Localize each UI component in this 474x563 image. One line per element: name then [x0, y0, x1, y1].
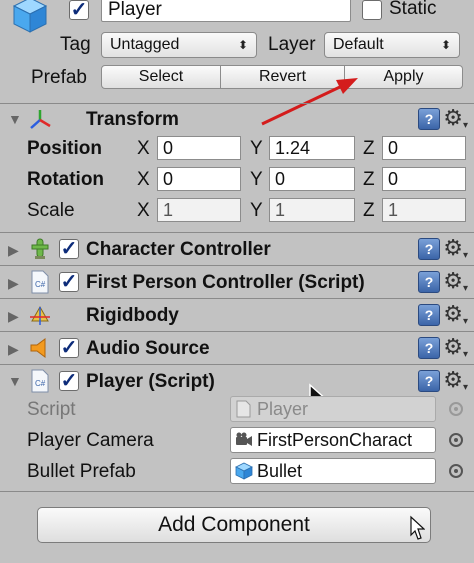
prefab-label: Prefab — [31, 67, 87, 88]
svg-text:C#: C# — [35, 280, 46, 289]
help-icon[interactable]: ? — [418, 370, 440, 392]
axis-z-label: Z — [363, 138, 375, 159]
axis-x-label: X — [137, 200, 150, 221]
axis-y-label: Y — [250, 169, 263, 190]
prefab-revert-button[interactable]: Revert — [221, 65, 345, 89]
first-person-controller-enabled-checkbox[interactable]: ✓ — [59, 272, 79, 292]
first-person-controller-header[interactable]: ▶ C# ✓ First Person Controller (Script) … — [0, 266, 474, 298]
gear-icon[interactable]: ⚙▾ — [443, 334, 468, 360]
rigidbody-title: Rigidbody — [86, 305, 179, 326]
gear-icon[interactable]: ⚙▾ — [443, 367, 468, 393]
foldout-collapsed-icon[interactable]: ▶ — [8, 308, 19, 325]
scale-y-field[interactable]: 1 — [269, 198, 355, 222]
bullet-prefab-value: Bullet — [257, 461, 303, 481]
audio-source-enabled-checkbox[interactable]: ✓ — [59, 338, 79, 358]
script-field-label: Script — [27, 399, 76, 420]
dropdown-arrows-icon: ⬍ — [237, 38, 248, 52]
prefab-cube-icon — [235, 462, 253, 480]
active-checkbox[interactable]: ✓ — [69, 0, 89, 20]
svg-text:C#: C# — [35, 379, 46, 388]
scale-z-field[interactable]: 1 — [382, 198, 466, 222]
camera-icon — [236, 432, 252, 446]
rotation-x-field[interactable]: 0 — [157, 167, 241, 191]
axis-z-label: Z — [363, 169, 375, 190]
script-file-icon — [236, 400, 251, 418]
layer-value: Default — [333, 36, 384, 53]
first-person-controller-title: First Person Controller (Script) — [86, 272, 365, 293]
foldout-collapsed-icon[interactable]: ▶ — [8, 341, 19, 358]
axis-x-label: X — [137, 169, 150, 190]
axis-z-label: Z — [363, 200, 375, 221]
player-script-header[interactable]: ▼ C# ✓ Player (Script) ? ⚙▾ — [0, 365, 474, 397]
position-y-field[interactable]: 1.24 — [269, 136, 355, 160]
audio-source-title: Audio Source — [86, 338, 210, 359]
object-header: ✓ Player Static Tag Untagged ⬍ Layer Def… — [0, 0, 474, 102]
character-controller-title: Character Controller — [86, 239, 271, 260]
tag-value: Untagged — [110, 36, 180, 53]
foldout-expanded-icon[interactable]: ▼ — [8, 373, 22, 389]
transform-axes-icon — [30, 110, 51, 129]
prefab-select-button[interactable]: Select — [101, 65, 221, 89]
foldout-expanded-icon[interactable]: ▼ — [8, 111, 22, 127]
position-label: Position — [27, 138, 102, 159]
object-picker-icon[interactable] — [449, 464, 463, 478]
scale-label: Scale — [27, 200, 75, 221]
bullet-prefab-label: Bullet Prefab — [27, 461, 136, 482]
axis-x-label: X — [137, 138, 150, 159]
foldout-collapsed-icon[interactable]: ▶ — [8, 275, 19, 292]
rotation-z-field[interactable]: 0 — [382, 167, 466, 191]
axis-y-label: Y — [250, 138, 263, 159]
dropdown-arrows-icon: ⬍ — [440, 38, 451, 52]
gear-icon[interactable]: ⚙▾ — [443, 105, 468, 131]
gear-icon[interactable]: ⚙▾ — [443, 268, 468, 294]
player-script-enabled-checkbox[interactable]: ✓ — [59, 371, 79, 391]
speaker-icon — [30, 338, 46, 358]
axis-y-label: Y — [250, 200, 263, 221]
rigidbody-header[interactable]: ▶ Rigidbody ? ⚙▾ — [0, 299, 474, 331]
script-field-value: Player — [257, 399, 309, 419]
script-object-field: Player — [230, 396, 436, 422]
player-script-title: Player (Script) — [86, 371, 215, 392]
player-camera-value: FirstPersonCharact — [257, 430, 413, 450]
rigidbody-icon — [30, 305, 50, 325]
foldout-collapsed-icon[interactable]: ▶ — [8, 242, 19, 259]
help-icon[interactable]: ? — [418, 271, 440, 293]
help-icon[interactable]: ? — [418, 238, 440, 260]
bullet-prefab-field[interactable]: Bullet — [230, 458, 436, 484]
script-file-icon: C# — [31, 270, 49, 294]
character-controller-icon — [31, 238, 49, 259]
help-icon[interactable]: ? — [418, 304, 440, 326]
layer-label: Layer — [268, 34, 316, 55]
player-camera-field[interactable]: FirstPersonCharact — [230, 427, 436, 453]
object-picker-icon — [449, 402, 463, 416]
static-checkbox[interactable] — [362, 0, 382, 20]
character-controller-enabled-checkbox[interactable]: ✓ — [59, 239, 79, 259]
gear-icon[interactable]: ⚙▾ — [443, 301, 468, 327]
script-file-icon: C# — [31, 369, 49, 393]
player-camera-label: Player Camera — [27, 430, 154, 451]
divider — [0, 491, 474, 492]
add-component-button[interactable]: Add Component — [37, 507, 431, 543]
rotation-label: Rotation — [27, 169, 105, 190]
position-z-field[interactable]: 0 — [382, 136, 466, 160]
audio-source-header[interactable]: ▶ ✓ Audio Source ? ⚙▾ — [0, 332, 474, 364]
object-name-field[interactable]: Player — [101, 0, 351, 22]
help-icon[interactable]: ? — [418, 337, 440, 359]
prefab-apply-button[interactable]: Apply — [345, 65, 463, 89]
object-picker-icon[interactable] — [449, 433, 463, 447]
gear-icon[interactable]: ⚙▾ — [443, 235, 468, 261]
mouse-cursor-icon — [410, 515, 425, 540]
tag-dropdown[interactable]: Untagged ⬍ — [101, 32, 257, 58]
static-label: Static — [389, 0, 437, 19]
cube-icon — [12, 0, 48, 33]
help-icon[interactable]: ? — [418, 108, 440, 130]
position-x-field[interactable]: 0 — [157, 136, 241, 160]
transform-header[interactable]: ▼ Transform ? ⚙▾ — [0, 104, 474, 136]
transform-title: Transform — [86, 109, 179, 130]
character-controller-header[interactable]: ▶ ✓ Character Controller ? ⚙▾ — [0, 233, 474, 265]
layer-dropdown[interactable]: Default ⬍ — [324, 32, 460, 58]
rotation-y-field[interactable]: 0 — [269, 167, 355, 191]
scale-x-field[interactable]: 1 — [157, 198, 241, 222]
tag-label: Tag — [60, 34, 91, 55]
